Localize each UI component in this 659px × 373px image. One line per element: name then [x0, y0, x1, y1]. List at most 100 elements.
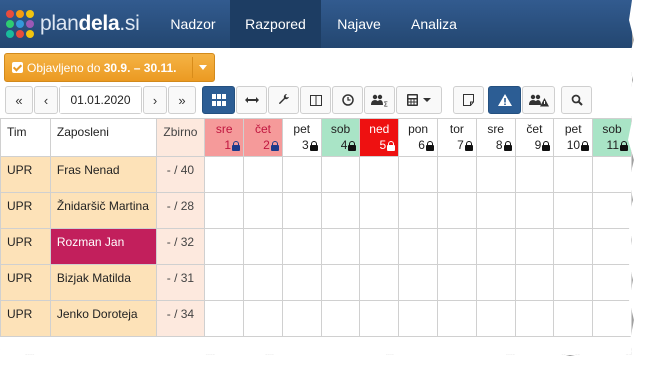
shift-cell[interactable]: [592, 192, 632, 229]
employee-name-cell[interactable]: Fras Nenad: [49, 156, 157, 193]
shift-cell[interactable]: [398, 228, 438, 265]
lock-icon[interactable]: [387, 141, 396, 151]
employee-name-cell[interactable]: Bizjak Matilda: [49, 264, 157, 301]
day-header[interactable]: sob 11: [592, 118, 632, 157]
prev-button[interactable]: ‹: [34, 86, 58, 114]
shift-cell[interactable]: [475, 156, 516, 193]
header-sum[interactable]: Zbirno: [155, 118, 206, 157]
shift-cell[interactable]: [475, 300, 516, 337]
lock-icon[interactable]: [348, 141, 357, 151]
shift-cell[interactable]: [320, 264, 361, 301]
shift-cell[interactable]: [436, 300, 477, 337]
brand-logo[interactable]: plandela.si: [6, 7, 140, 41]
shift-cell[interactable]: [243, 300, 283, 337]
lock-icon[interactable]: [581, 141, 590, 151]
next-button[interactable]: ›: [143, 86, 167, 114]
shift-cell[interactable]: [553, 156, 594, 193]
warnings-button[interactable]: [488, 86, 521, 114]
lock-icon[interactable]: [503, 141, 512, 151]
lock-icon[interactable]: [309, 141, 318, 151]
search-button[interactable]: [561, 86, 592, 114]
shift-cell[interactable]: [281, 192, 322, 229]
caret-down-icon[interactable]: [199, 65, 207, 70]
shift-cell[interactable]: [320, 156, 361, 193]
day-header[interactable]: čet 2: [243, 118, 283, 157]
employee-name-cell[interactable]: Žnidaršič Martina: [49, 192, 157, 229]
day-header[interactable]: pet 10: [553, 118, 594, 157]
day-header[interactable]: sre 8: [475, 118, 516, 157]
shift-cell[interactable]: [204, 300, 245, 337]
lock-icon[interactable]: [270, 141, 279, 151]
shift-cell[interactable]: [475, 264, 516, 301]
day-header[interactable]: ned 5: [359, 118, 400, 157]
shift-cell[interactable]: [243, 156, 283, 193]
shift-cell[interactable]: [436, 264, 477, 301]
settings-button[interactable]: [268, 86, 299, 114]
day-header[interactable]: sob 4: [320, 118, 361, 157]
day-header[interactable]: čet 9: [514, 118, 555, 157]
last-page-button[interactable]: »: [168, 86, 196, 114]
shift-cell[interactable]: [281, 228, 322, 265]
staff-sum-button[interactable]: Σ: [364, 86, 395, 114]
shift-cell[interactable]: [204, 156, 245, 193]
lock-icon[interactable]: [425, 141, 434, 151]
shift-cell[interactable]: [514, 300, 555, 337]
shift-cell[interactable]: [436, 192, 477, 229]
calculator-dropdown[interactable]: [396, 86, 442, 114]
shift-cell[interactable]: [553, 192, 594, 229]
nav-najave[interactable]: Najave: [324, 0, 394, 48]
shift-cell[interactable]: [359, 300, 400, 337]
shift-cell[interactable]: [359, 192, 400, 229]
shift-cell[interactable]: [359, 228, 400, 265]
expand-width-button[interactable]: [236, 86, 267, 114]
shift-cell[interactable]: [281, 264, 322, 301]
lock-icon[interactable]: [542, 141, 551, 151]
shift-cell[interactable]: [204, 264, 245, 301]
shift-cell[interactable]: [398, 300, 438, 337]
columns-button[interactable]: [300, 86, 331, 114]
day-header[interactable]: tor 7: [436, 118, 477, 157]
shift-cell[interactable]: [514, 156, 555, 193]
shift-cell[interactable]: [514, 264, 555, 301]
shift-cell[interactable]: [320, 192, 361, 229]
shift-cell[interactable]: [398, 156, 438, 193]
staff-warnings-button[interactable]: [522, 86, 555, 114]
shift-cell[interactable]: [514, 192, 555, 229]
shift-cell[interactable]: [398, 192, 438, 229]
shift-cell[interactable]: [204, 228, 245, 265]
lock-icon[interactable]: [620, 141, 628, 151]
first-page-button[interactable]: «: [5, 86, 33, 114]
day-header[interactable]: pet 3: [281, 118, 322, 157]
lock-icon[interactable]: [464, 141, 473, 151]
shift-cell[interactable]: [398, 264, 438, 301]
grid-view-button[interactable]: [202, 86, 235, 114]
shift-cell[interactable]: [475, 192, 516, 229]
shift-cell[interactable]: [320, 228, 361, 265]
shift-cell[interactable]: [320, 300, 361, 337]
shift-cell[interactable]: [243, 228, 283, 265]
day-header[interactable]: pon 6: [398, 118, 438, 157]
shift-cell[interactable]: [553, 300, 594, 337]
nav-analiza[interactable]: Analiza: [397, 0, 471, 48]
lock-icon[interactable]: [232, 141, 241, 151]
header-employee[interactable]: Zaposleni: [49, 118, 157, 157]
employee-name-cell[interactable]: Rozman Jan: [49, 228, 157, 265]
shift-cell[interactable]: [359, 156, 400, 193]
shift-cell[interactable]: [243, 192, 283, 229]
shift-cell[interactable]: [281, 156, 322, 193]
shift-cell[interactable]: [592, 228, 632, 265]
nav-razpored[interactable]: Razpored: [230, 0, 321, 48]
shift-cell[interactable]: [592, 300, 632, 337]
published-button[interactable]: Objavljeno do 30.9. – 30.11.: [5, 54, 191, 81]
shift-cell[interactable]: [592, 264, 632, 301]
shift-cell[interactable]: [514, 228, 555, 265]
shift-cell[interactable]: [475, 228, 516, 265]
published-dropdown[interactable]: Objavljeno do 30.9. – 30.11.: [4, 53, 215, 82]
date-input[interactable]: [60, 87, 141, 113]
shift-cell[interactable]: [243, 264, 283, 301]
clock-button[interactable]: [332, 86, 363, 114]
shift-cell[interactable]: [553, 228, 594, 265]
shift-cell[interactable]: [359, 264, 400, 301]
shift-cell[interactable]: [592, 156, 632, 193]
shift-cell[interactable]: [436, 156, 477, 193]
